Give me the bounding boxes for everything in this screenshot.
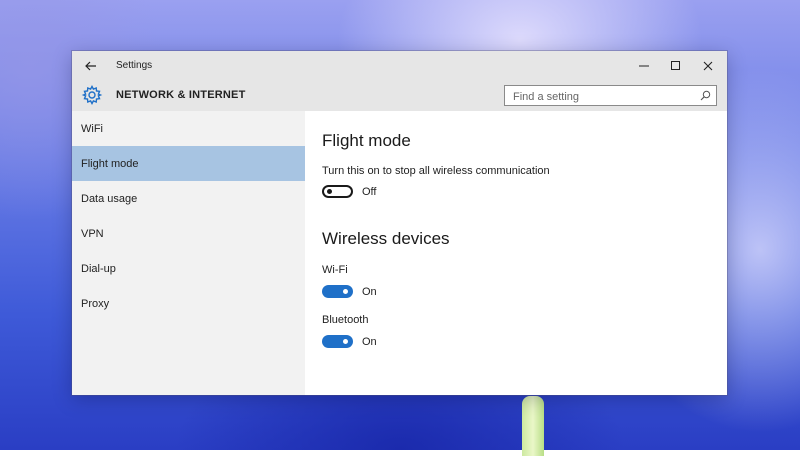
sidebar-item-label: Proxy bbox=[81, 297, 110, 310]
wireless-devices-heading: Wireless devices bbox=[322, 229, 450, 248]
window-title: Settings bbox=[116, 60, 153, 71]
back-button[interactable] bbox=[80, 55, 102, 77]
flight-mode-toggle[interactable] bbox=[322, 185, 353, 198]
sidebar-item-label: WiFi bbox=[81, 122, 103, 135]
settings-header: NETWORK & INTERNET bbox=[72, 81, 727, 111]
search-box[interactable] bbox=[504, 85, 717, 106]
sidebar-item-flight-mode[interactable]: Flight mode bbox=[72, 146, 305, 181]
sidebar-item-label: Data usage bbox=[81, 192, 138, 205]
maximize-icon bbox=[671, 61, 680, 70]
sidebar: WiFi Flight mode Data usage VPN Dial-up … bbox=[72, 111, 305, 395]
search-icon[interactable] bbox=[700, 90, 711, 101]
flight-mode-heading: Flight mode bbox=[322, 131, 411, 150]
content-pane: Flight mode Turn this on to stop all wir… bbox=[305, 111, 727, 395]
title-bar: Settings bbox=[72, 51, 727, 81]
sidebar-item-data-usage[interactable]: Data usage bbox=[72, 181, 305, 216]
flight-mode-state: Off bbox=[362, 186, 377, 198]
bluetooth-state: On bbox=[362, 336, 377, 348]
sidebar-item-dial-up[interactable]: Dial-up bbox=[72, 251, 305, 286]
flight-mode-description: Turn this on to stop all wireless commun… bbox=[322, 165, 550, 177]
wifi-state: On bbox=[362, 286, 377, 298]
bluetooth-toggle[interactable] bbox=[322, 335, 353, 348]
sidebar-item-vpn[interactable]: VPN bbox=[72, 216, 305, 251]
sidebar-item-label: Flight mode bbox=[81, 157, 139, 170]
toggle-knob bbox=[327, 189, 332, 194]
toggle-knob bbox=[343, 289, 348, 294]
minimize-button[interactable] bbox=[632, 55, 656, 77]
gear-icon bbox=[81, 85, 103, 105]
search-input[interactable] bbox=[511, 88, 695, 105]
close-icon bbox=[703, 61, 713, 71]
close-button[interactable] bbox=[696, 55, 720, 77]
wallpaper-plant-stem bbox=[522, 396, 544, 456]
sidebar-item-wifi[interactable]: WiFi bbox=[72, 111, 305, 146]
minimize-icon bbox=[639, 65, 649, 67]
wifi-toggle[interactable] bbox=[322, 285, 353, 298]
maximize-button[interactable] bbox=[664, 55, 688, 77]
toggle-knob bbox=[343, 339, 348, 344]
bluetooth-label: Bluetooth bbox=[322, 314, 369, 326]
section-title: NETWORK & INTERNET bbox=[116, 89, 246, 101]
settings-window: Settings NETWORK & INTERNET Find a setti… bbox=[72, 51, 727, 395]
wifi-label: Wi-Fi bbox=[322, 264, 348, 276]
sidebar-item-proxy[interactable]: Proxy bbox=[72, 286, 305, 321]
sidebar-item-label: VPN bbox=[81, 227, 104, 240]
sidebar-item-label: Dial-up bbox=[81, 262, 116, 275]
back-arrow-icon bbox=[85, 61, 96, 71]
